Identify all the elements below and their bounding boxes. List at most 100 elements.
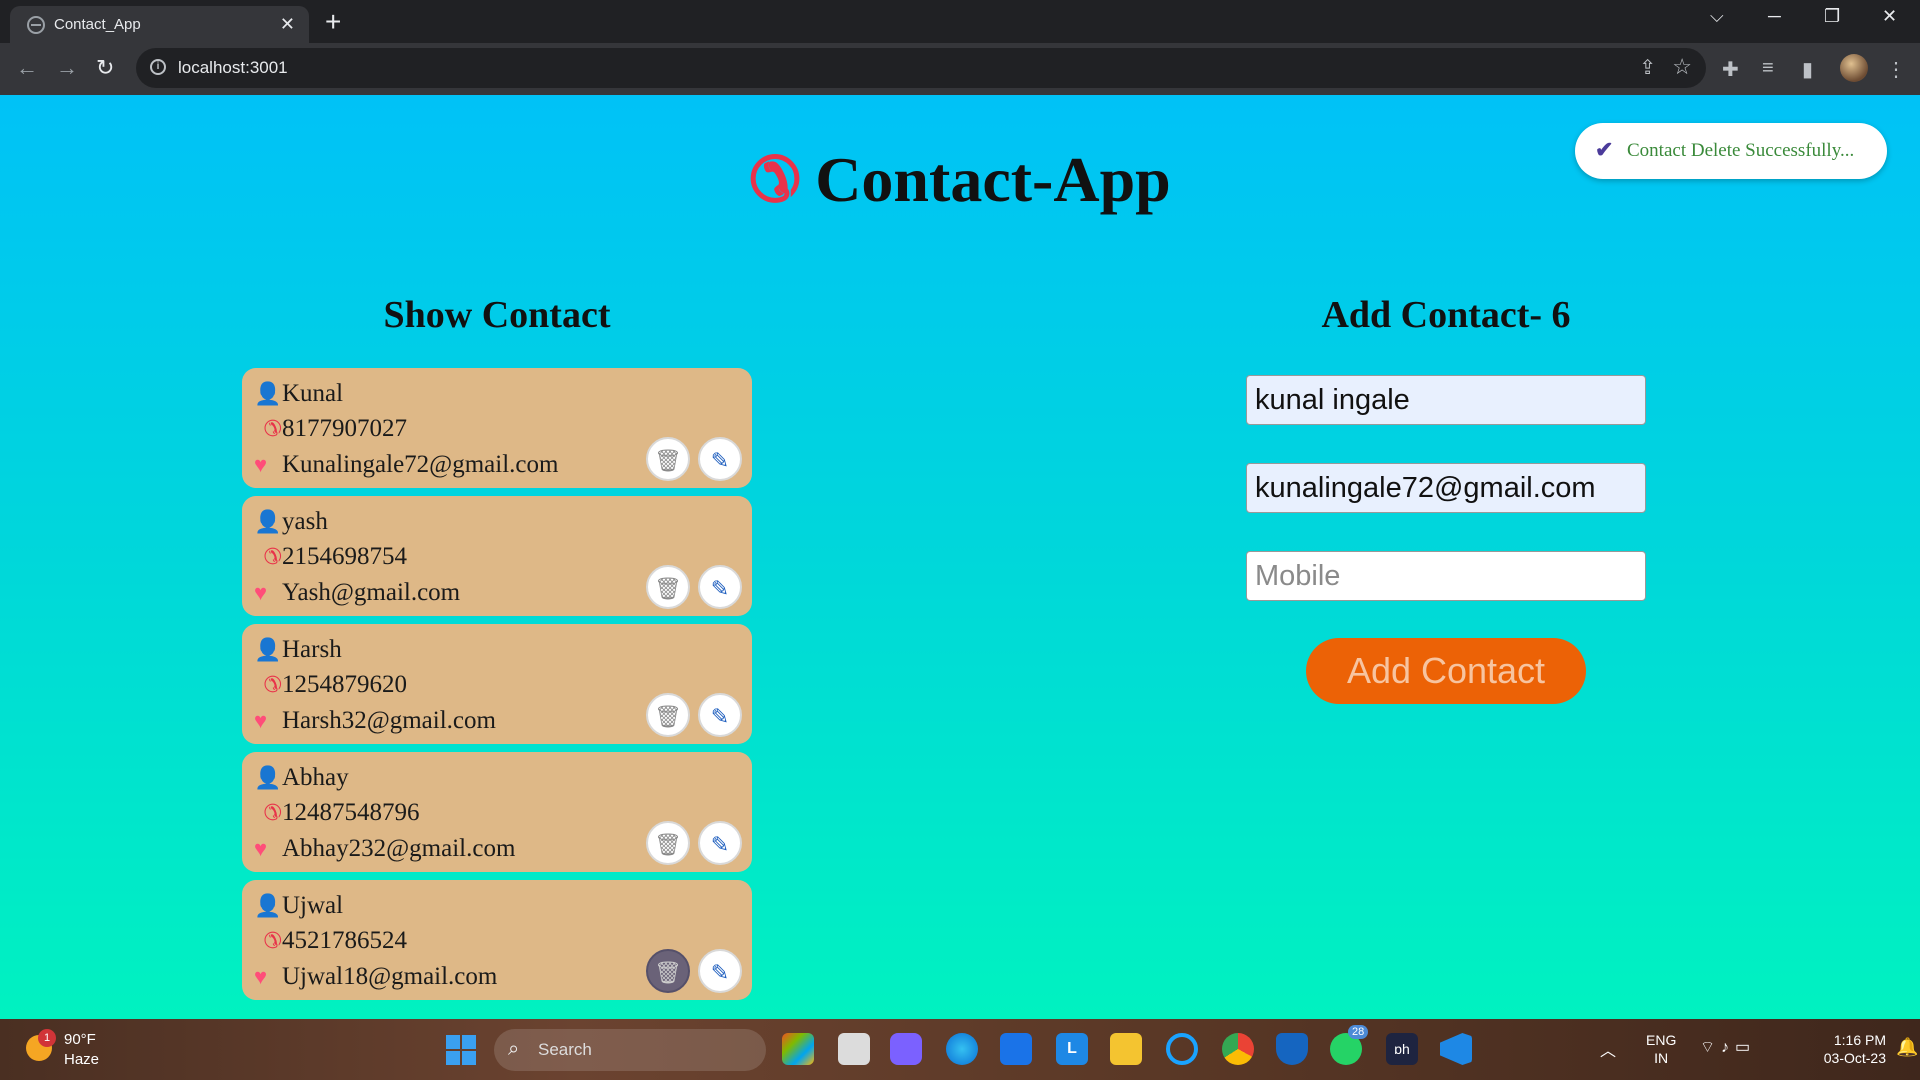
trash-icon: 🗑 (654, 960, 682, 985)
lang-region: IN (1654, 1050, 1669, 1066)
file-explorer-icon[interactable] (1110, 1033, 1142, 1065)
contact-name: yash (282, 508, 328, 535)
chrome-icon[interactable] (1222, 1033, 1254, 1065)
reload-icon[interactable]: ↻ (96, 55, 114, 81)
browser-tab-strip: Contact_App ✕ + ⌵ ─ ❐ ✕ (0, 0, 1920, 43)
copilot-app-icon[interactable] (782, 1033, 814, 1065)
person-icon: 👤 (254, 893, 282, 918)
delete-button[interactable]: 🗑 (646, 949, 690, 993)
heart-icon: ♥ (254, 452, 268, 477)
share-icon[interactable]: ⇪ (1639, 55, 1656, 80)
person-icon: 👤 (254, 509, 282, 534)
phone-icon: ✆ (263, 544, 282, 569)
trash-icon: 🗑 (654, 832, 682, 857)
media-control-icon[interactable]: ≡ (1762, 57, 1774, 80)
browser-tab[interactable]: Contact_App ✕ (10, 6, 309, 43)
address-url[interactable]: localhost:3001 (178, 58, 288, 78)
globe-icon (27, 16, 45, 34)
contact-card: 👤Ujwal ✆4521786524 ♥ Ujwal18@gmail.com 🗑 … (242, 880, 752, 1000)
new-tab-button[interactable]: + (325, 6, 341, 38)
l-app-icon[interactable]: L (1056, 1033, 1088, 1065)
phone-icon: ✆ (749, 147, 802, 215)
whatsapp-icon[interactable]: 28 (1330, 1025, 1369, 1065)
heart-icon: ♥ (254, 708, 268, 733)
contact-email: Kunalingale72@gmail.com (282, 451, 559, 478)
heart-icon: ♥ (254, 964, 268, 989)
tab-search-icon[interactable]: ⌵ (1710, 6, 1724, 27)
extensions-icon[interactable]: ✚ (1722, 57, 1739, 82)
close-window-button[interactable]: ✕ (1882, 6, 1897, 27)
person-icon: 👤 (254, 637, 282, 662)
trash-icon: 🗑 (654, 576, 682, 601)
phone-icon: ✆ (263, 416, 282, 441)
terminal-app-icon[interactable]: ɒh (1386, 1033, 1418, 1065)
pencil-icon: ✎ (710, 960, 730, 985)
network-volume-battery-icons[interactable]: ⌔♪▭ (1700, 1037, 1756, 1057)
vscode-icon[interactable] (1440, 1033, 1472, 1065)
site-info-icon[interactable]: i (150, 59, 166, 75)
taskbar-search[interactable]: ⌕ Search (494, 1029, 766, 1071)
language-indicator[interactable]: ENG IN (1646, 1031, 1676, 1067)
toast-message: Contact Delete Successfully... (1627, 140, 1855, 161)
trash-icon: 🗑 (654, 448, 682, 473)
forward-icon[interactable]: → (56, 55, 78, 81)
lang-code: ENG (1646, 1032, 1677, 1048)
contact-phone: 4521786524 (282, 927, 407, 954)
task-view-icon[interactable] (838, 1033, 870, 1065)
back-icon[interactable]: ← (16, 55, 38, 81)
phone-icon: ✆ (263, 800, 282, 825)
contact-phone: 2154698754 (282, 543, 407, 570)
contact-card: 👤Kunal ✆8177907027 ♥ Kunalingale72@gmail.… (242, 368, 752, 488)
address-bar[interactable]: i localhost:3001 ⇪ ☆ (136, 48, 1706, 88)
phone-icon: ✆ (263, 928, 282, 953)
defender-shield-icon[interactable] (1276, 1033, 1308, 1065)
edit-button[interactable]: ✎ (698, 949, 742, 993)
cortana-icon[interactable] (1166, 1033, 1198, 1065)
email-field[interactable] (1246, 463, 1646, 513)
taskbar-search-label: Search (538, 1040, 592, 1059)
contact-email: Harsh32@gmail.com (282, 707, 496, 734)
windows-start-icon[interactable] (446, 1035, 476, 1065)
teams-chat-icon[interactable] (890, 1033, 922, 1065)
person-icon: 👤 (254, 381, 282, 406)
edit-button[interactable]: ✎ (698, 821, 742, 865)
chrome-menu-icon[interactable]: ⋮ (1886, 57, 1906, 82)
add-contact-heading: Add Contact- 6 (1321, 294, 1571, 336)
edit-button[interactable]: ✎ (698, 437, 742, 481)
taskbar: 1 90°F Haze ⌕ Search L 28 ɒh ︿ ENG IN ⌔♪… (0, 1019, 1920, 1080)
phone-icon: ✆ (263, 672, 282, 697)
show-hidden-icons-chevron-icon[interactable]: ︿ (1600, 1037, 1616, 1061)
edge-browser-icon[interactable] (946, 1033, 978, 1065)
contact-email: Ujwal18@gmail.com (282, 963, 498, 990)
delete-button[interactable]: 🗑 (646, 565, 690, 609)
pencil-icon: ✎ (710, 448, 730, 473)
tab-close-icon[interactable]: ✕ (280, 14, 295, 35)
app-title-text: Contact-App (815, 144, 1171, 215)
minimize-button[interactable]: ─ (1768, 6, 1781, 27)
name-field[interactable] (1246, 375, 1646, 425)
search-icon: ⌕ (508, 1038, 520, 1060)
add-contact-button[interactable]: Add Contact (1306, 638, 1586, 704)
mail-icon[interactable] (1000, 1033, 1032, 1065)
delete-button[interactable]: 🗑 (646, 693, 690, 737)
mobile-field[interactable] (1246, 551, 1646, 601)
side-panel-icon[interactable]: ▮ (1802, 57, 1813, 82)
contact-name: Kunal (282, 380, 344, 407)
clock[interactable]: 1:16 PM 03-Oct-23 (1796, 1031, 1886, 1067)
weather-badge: 1 (38, 1029, 56, 1047)
browser-toolbar: ← → ↻ i localhost:3001 ⇪ ☆ ✚ ≡ ▮ ⋮ (0, 43, 1920, 95)
bookmark-star-icon[interactable]: ☆ (1672, 54, 1692, 80)
profile-avatar[interactable] (1840, 54, 1868, 82)
delete-button[interactable]: 🗑 (646, 437, 690, 481)
weather-temp: 90°F (64, 1031, 96, 1048)
heart-icon: ♥ (254, 836, 268, 861)
restore-button[interactable]: ❐ (1824, 6, 1840, 27)
edit-button[interactable]: ✎ (698, 693, 742, 737)
notification-bell-icon[interactable]: 🔔 (1896, 1037, 1918, 1058)
contact-name: Harsh (282, 636, 342, 663)
edit-button[interactable]: ✎ (698, 565, 742, 609)
checkmark-icon: ✔ (1595, 137, 1614, 162)
contact-card: 👤yash ✆2154698754 ♥ Yash@gmail.com 🗑 ✎ (242, 496, 752, 616)
delete-button[interactable]: 🗑 (646, 821, 690, 865)
clock-date: 03-Oct-23 (1823, 1050, 1886, 1066)
